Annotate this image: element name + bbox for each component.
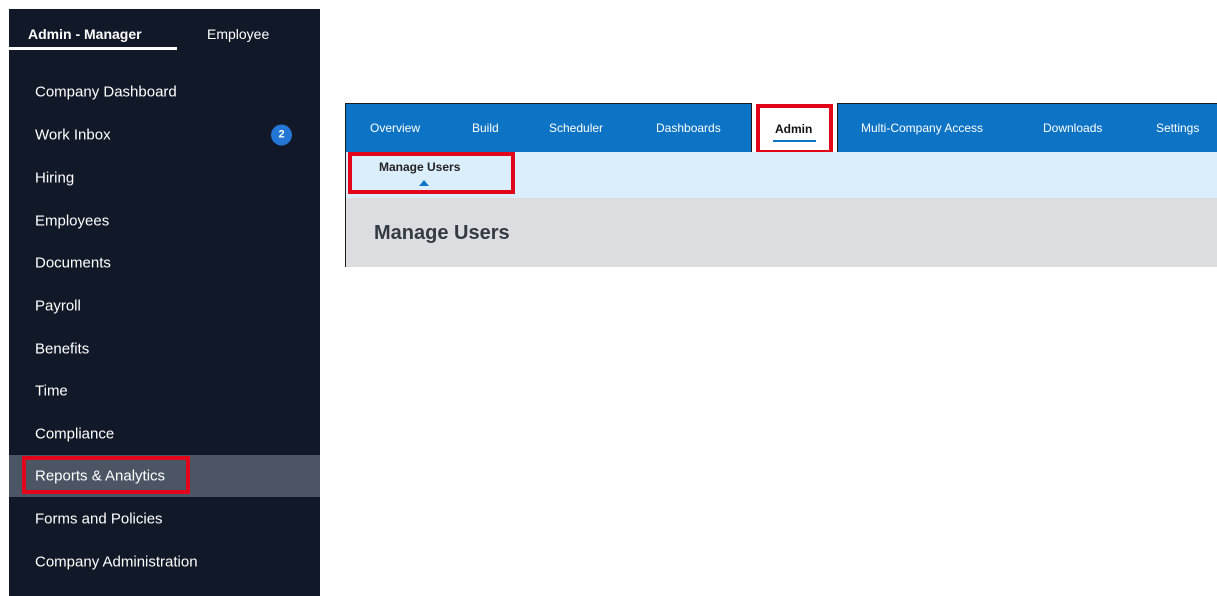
sidebar-item-label: Time xyxy=(35,382,68,400)
tab-overview[interactable]: Overview xyxy=(370,121,420,135)
sidebar-item-label: Reports & Analytics xyxy=(35,467,166,485)
sidebar-item-label: Company Administration xyxy=(35,553,198,571)
role-tabs: Admin - Manager Employee xyxy=(9,9,320,57)
role-tab-employee[interactable]: Employee xyxy=(207,26,269,42)
tab-downloads[interactable]: Downloads xyxy=(1043,121,1102,135)
sidebar-item-label: Work Inbox xyxy=(35,126,111,144)
main-panel: Overview Build Scheduler Dashboards Admi… xyxy=(345,103,1217,267)
page-title: Manage Users xyxy=(374,222,510,244)
sidebar-item-label: Company Dashboard xyxy=(35,83,177,101)
role-tab-admin-manager[interactable]: Admin - Manager xyxy=(28,26,142,42)
tab-dashboards[interactable]: Dashboards xyxy=(656,121,721,135)
sidebar-item-label: Payroll xyxy=(35,297,81,315)
sidebar-item-compliance[interactable]: Compliance xyxy=(9,413,320,455)
role-tab-active-indicator xyxy=(9,47,177,50)
sidebar: Admin - Manager Employee Company Dashboa… xyxy=(9,9,320,596)
sidebar-item-payroll[interactable]: Payroll xyxy=(9,285,320,327)
inbox-count-badge: 2 xyxy=(271,124,292,146)
tab-settings[interactable]: Settings xyxy=(1156,121,1199,135)
sidebar-item-company-administration[interactable]: Company Administration xyxy=(9,541,320,583)
tab-scheduler[interactable]: Scheduler xyxy=(549,121,603,135)
top-navigation: Overview Build Scheduler Dashboards Admi… xyxy=(346,103,1217,154)
sidebar-item-company-dashboard[interactable]: Company Dashboard xyxy=(9,71,320,113)
sidebar-item-label: Employees xyxy=(35,212,110,230)
sidebar-item-reports-analytics[interactable]: Reports & Analytics xyxy=(9,455,320,497)
sidebar-item-label: Compliance xyxy=(35,425,115,443)
highlight-box xyxy=(756,104,833,154)
sidebar-item-benefits[interactable]: Benefits xyxy=(9,328,320,370)
sidebar-item-label: Hiring xyxy=(35,169,75,187)
caret-up-icon xyxy=(419,180,429,186)
sidebar-item-forms-policies[interactable]: Forms and Policies xyxy=(9,498,320,540)
tab-multi-company-access[interactable]: Multi-Company Access xyxy=(861,121,983,135)
sidebar-item-time[interactable]: Time xyxy=(9,370,320,412)
sidebar-item-employees[interactable]: Employees xyxy=(9,200,320,242)
sidebar-item-hiring[interactable]: Hiring xyxy=(9,157,320,199)
sidebar-item-label: Forms and Policies xyxy=(35,510,163,528)
sidebar-item-documents[interactable]: Documents xyxy=(9,242,320,284)
tab-build[interactable]: Build xyxy=(472,121,499,135)
content-header: Manage Users xyxy=(346,198,1217,267)
sidebar-item-label: Benefits xyxy=(35,340,90,358)
subtab-manage-users[interactable]: Manage Users xyxy=(379,160,460,174)
sidebar-item-label: Documents xyxy=(35,254,111,272)
sub-navigation: Manage Users xyxy=(346,152,1217,198)
sidebar-item-work-inbox[interactable]: Work Inbox 2 xyxy=(9,114,320,156)
